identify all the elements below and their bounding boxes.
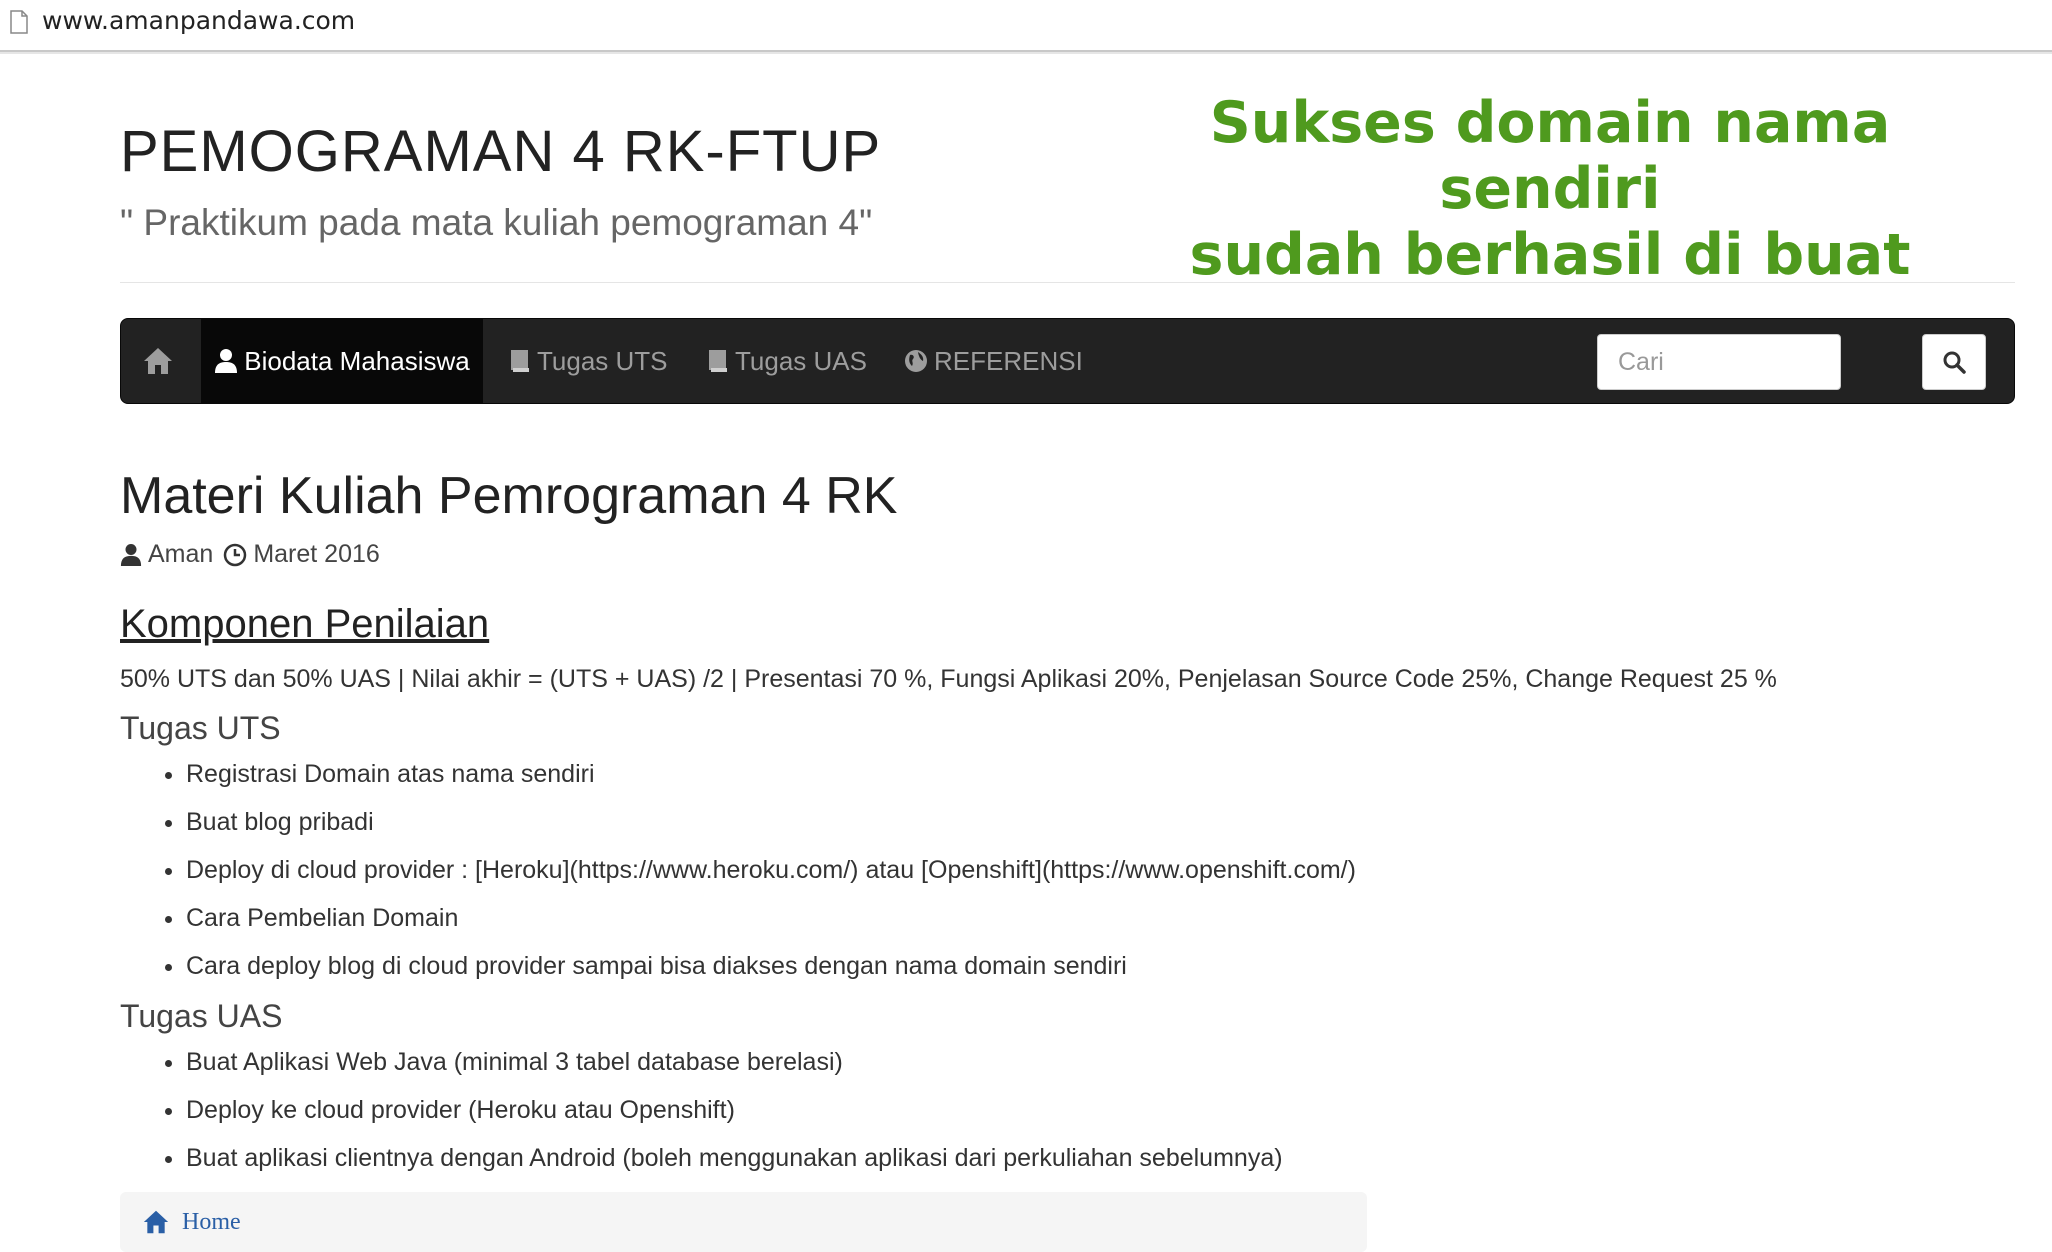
nav-home[interactable]: [121, 319, 201, 403]
site-title: PEMOGRAMAN 4 RK-FTUP: [120, 119, 882, 184]
book-icon: [511, 350, 529, 372]
list-item: Deploy ke cloud provider (Heroku atau Op…: [186, 1086, 1283, 1134]
home-icon: [143, 1210, 169, 1234]
list-tugas-uts: Registrasi Domain atas nama sendiri Buat…: [120, 750, 1356, 990]
nav-tugas-uts[interactable]: Tugas UTS: [509, 319, 668, 403]
nav-label-uas: Tugas UAS: [735, 345, 867, 376]
nav-label-uts: Tugas UTS: [537, 345, 668, 376]
main-navbar: Biodata Mahasiswa Tugas UTS Tugas UAS RE…: [120, 318, 2015, 404]
heading-tugas-uts: Tugas UTS: [120, 710, 281, 746]
site-subtitle: " Praktikum pada mata kuliah pemograman …: [120, 202, 873, 243]
post-author: Aman: [148, 540, 214, 568]
list-tugas-uas: Buat Aplikasi Web Java (minimal 3 tabel …: [120, 1038, 1283, 1182]
breadcrumb: Home: [120, 1192, 1367, 1252]
nav-tugas-uas[interactable]: Tugas UAS: [707, 319, 867, 403]
list-item: Buat aplikasi clientnya dengan Android (…: [186, 1134, 1283, 1182]
page-document-icon: [10, 10, 28, 34]
list-item: Cara deploy blog di cloud provider sampa…: [186, 942, 1356, 990]
book-icon: [709, 350, 727, 372]
success-annotation: Sukses domain nama sendiri sudah berhasi…: [1110, 90, 1990, 288]
search-icon: [1943, 351, 1966, 374]
post-meta: Aman Maret 2016: [120, 540, 380, 569]
breadcrumb-home-link[interactable]: Home: [182, 1209, 241, 1236]
home-icon: [144, 348, 172, 374]
nav-label-biodata: Biodata Mahasiswa: [244, 345, 470, 376]
nav-biodata-mahasiswa[interactable]: Biodata Mahasiswa: [201, 319, 483, 403]
section-title-komponen-penilaian[interactable]: Komponen Penilaian: [120, 602, 489, 647]
grading-paragraph: 50% UTS dan 50% UAS | Nilai akhir = (UTS…: [120, 665, 1777, 693]
url-text[interactable]: www.amanpandawa.com: [42, 6, 355, 35]
list-item: Cara Pembelian Domain: [186, 894, 1356, 942]
search-input[interactable]: [1597, 334, 1841, 390]
post-title: Materi Kuliah Pemrograman 4 RK: [120, 467, 898, 525]
header-divider: [120, 282, 2015, 283]
success-annotation-line2: sudah berhasil di buat: [1189, 222, 1911, 288]
list-item: Buat Aplikasi Web Java (minimal 3 tabel …: [186, 1038, 1283, 1086]
search-button[interactable]: [1922, 334, 1986, 390]
globe-icon: [905, 350, 927, 372]
success-annotation-line1: Sukses domain nama sendiri: [1209, 90, 1891, 222]
list-item: Deploy di cloud provider : [Heroku](http…: [186, 846, 1356, 894]
heading-tugas-uas: Tugas UAS: [120, 998, 283, 1034]
clock-icon: [224, 543, 247, 566]
list-item: Registrasi Domain atas nama sendiri: [186, 750, 1356, 798]
post-date: Maret 2016: [253, 540, 380, 568]
browser-address-bar: www.amanpandawa.com: [0, 0, 2052, 52]
nav-label-referensi: REFERENSI: [934, 345, 1083, 376]
nav-referensi[interactable]: REFERENSI: [904, 319, 1083, 403]
list-item: Buat blog pribadi: [186, 798, 1356, 846]
user-icon: [120, 543, 142, 566]
user-icon: [215, 349, 238, 373]
